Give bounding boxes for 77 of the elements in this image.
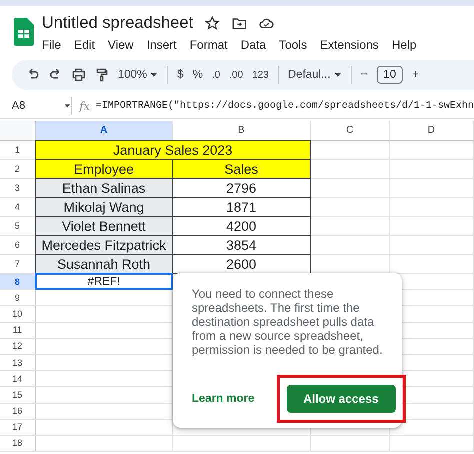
table-cell[interactable]: [173, 436, 311, 452]
table-cell[interactable]: Ethan Salinas: [35, 178, 173, 198]
row-header[interactable]: 12: [0, 338, 36, 355]
number-format-button[interactable]: 123: [252, 70, 269, 80]
percent-format-button[interactable]: %: [192, 69, 204, 81]
table-cell[interactable]: [36, 436, 173, 452]
table-cell[interactable]: [390, 236, 474, 255]
caret-icon: [64, 102, 71, 110]
learn-more-link[interactable]: Learn more: [192, 393, 255, 405]
table-cell[interactable]: Mikolaj Wang: [35, 197, 173, 217]
folder-icon[interactable]: [232, 16, 248, 31]
paint-format-icon[interactable]: [95, 68, 109, 82]
table-cell[interactable]: [311, 198, 390, 217]
table-cell[interactable]: [36, 420, 173, 436]
row-header[interactable]: 11: [0, 322, 36, 339]
table-cell[interactable]: 2600: [172, 254, 311, 274]
table-cell[interactable]: [311, 160, 390, 179]
table-cell[interactable]: [390, 198, 474, 217]
table-cell[interactable]: [390, 436, 474, 452]
font-size-decrease-button[interactable]: −: [360, 69, 368, 81]
print-icon[interactable]: [72, 68, 86, 82]
row-header[interactable]: 15: [0, 387, 36, 404]
table-cell[interactable]: [311, 436, 390, 452]
table-cell[interactable]: [390, 179, 474, 198]
menu-item[interactable]: Tools: [279, 38, 308, 52]
column-header[interactable]: A: [36, 121, 173, 141]
row-header[interactable]: 17: [0, 420, 36, 436]
popup-message: You need to connect these spreadsheets. The first time the destination spreadsheet pulls data from a new source spreadsheet, permission is needed to be granted.: [192, 287, 384, 357]
row-header[interactable]: 9: [0, 290, 36, 306]
currency-format-button[interactable]: $: [177, 69, 184, 81]
table-cell[interactable]: [311, 141, 390, 160]
star-icon[interactable]: [205, 16, 220, 31]
font-size-increase-button[interactable]: +: [412, 69, 420, 81]
menu-item[interactable]: Edit: [74, 38, 96, 52]
table-cell[interactable]: Sales: [172, 159, 311, 179]
decrease-decimals-button[interactable]: .0: [212, 70, 220, 80]
table-cell[interactable]: Employee: [35, 159, 173, 179]
row-header[interactable]: 13: [0, 354, 36, 372]
table-cell[interactable]: [311, 236, 390, 255]
row-header[interactable]: 8: [0, 274, 36, 290]
column-header[interactable]: D: [390, 121, 474, 141]
table-cell[interactable]: #REF!: [35, 273, 173, 290]
row-header[interactable]: 16: [0, 404, 36, 420]
table-cell[interactable]: [311, 217, 390, 236]
increase-decimals-button[interactable]: .00: [229, 70, 244, 80]
menu-item[interactable]: Insert: [146, 38, 177, 52]
table-cell[interactable]: Mercedes Fitzpatrick: [35, 235, 173, 255]
table-cell[interactable]: [390, 217, 474, 236]
caret-icon: [150, 71, 158, 79]
column-header[interactable]: C: [311, 121, 390, 141]
cell-reference[interactable]: A8: [0, 100, 64, 112]
menu-item[interactable]: Help: [392, 38, 417, 52]
table-cell[interactable]: [390, 160, 474, 179]
table-cell[interactable]: [390, 141, 474, 160]
table-cell[interactable]: Susannah Roth: [35, 254, 173, 274]
row-header[interactable]: 14: [0, 371, 36, 388]
caret-icon: [334, 71, 342, 79]
menu-item[interactable]: Format: [190, 38, 228, 52]
menu-item[interactable]: Extensions: [320, 38, 379, 52]
allow-access-button[interactable]: Allow access: [286, 385, 396, 413]
menu-item[interactable]: File: [42, 38, 62, 52]
formula-field[interactable]: =IMPORTRANGE("https://docs.google.com/spreadsheets/d/1-1-swExhn: [96, 100, 474, 112]
spreadsheet-logo-icon[interactable]: [14, 18, 34, 46]
table-cell[interactable]: January Sales 2023: [35, 140, 311, 160]
font-dropdown[interactable]: Defaul...: [288, 69, 342, 81]
table-cell[interactable]: [311, 179, 390, 198]
table-cell[interactable]: Violet Bennett: [35, 216, 173, 236]
zoom-dropdown[interactable]: 100%: [118, 69, 158, 81]
row-header[interactable]: 18: [0, 436, 36, 452]
cloud-icon[interactable]: [259, 16, 274, 31]
row-header[interactable]: 10: [0, 306, 36, 323]
menu-item[interactable]: View: [108, 38, 134, 52]
font-size-field[interactable]: 10: [376, 66, 404, 84]
function-label: fx: [80, 100, 90, 112]
document-title[interactable]: Untitled spreadsheet: [42, 14, 194, 33]
menu-item[interactable]: Data: [240, 38, 266, 52]
select-all-corner[interactable]: [0, 121, 36, 141]
